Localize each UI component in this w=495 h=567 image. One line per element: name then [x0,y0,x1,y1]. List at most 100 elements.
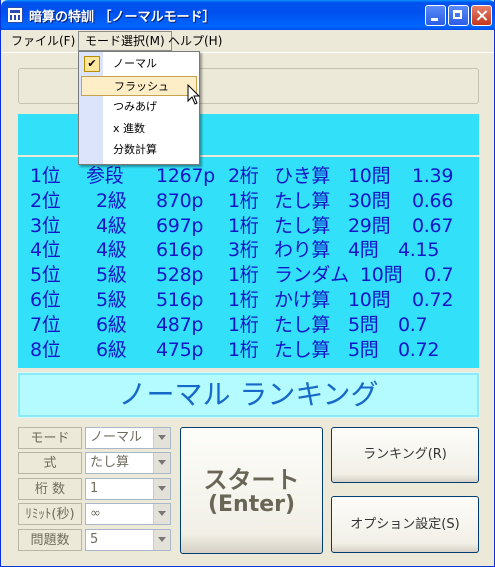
grade-cell: 5級 [96,264,127,286]
rank-cell: 6位 [30,289,61,311]
mode-dropdown-menu: ✔ ノーマル フラッシュ つみあげ x 進数 分数計算 [78,51,200,165]
points-cell: 487p [156,314,204,336]
rank-cell: 7位 [30,314,61,336]
points-cell: 516p [156,289,204,311]
menu-item-fraction[interactable]: 分数計算 [81,140,197,160]
time-cell: 1.39 [412,165,454,187]
grade-cell: 5級 [96,289,127,311]
menu-item-label: つみあげ [113,100,157,113]
points-cell: 616p [156,239,204,261]
operation-cell: たし算 [274,339,331,361]
formula-select[interactable]: たし算 [85,452,171,474]
operation-cell: たし算 [274,190,331,212]
grade-cell: 参段 [86,165,124,187]
grade-cell: 2級 [96,190,127,212]
operation-cell: たし算 [274,314,331,336]
rank-cell: 5位 [30,264,61,286]
questions-cell: 30問 [348,190,391,212]
questions-select-value: 5 [90,532,99,547]
time-cell: 4.15 [398,239,440,261]
mode-select-value: ノーマル [90,430,143,445]
app-icon [7,7,23,23]
window-title: 暗算の特訓 ［ノーマルモード］ [29,10,216,25]
operation-cell: ランダム [274,264,349,286]
digits-cell: 2桁 [228,165,259,187]
menu-item-label: x 進数 [113,122,146,135]
digits-select[interactable]: 1 [85,478,171,500]
ranking-title-box: ノーマル ランキング [17,372,480,418]
close-button[interactable] [471,5,492,26]
questions-cell: 29問 [348,215,391,237]
digits-cell: 1桁 [228,190,259,212]
ranking-list: 1位 参段 1267p 2桁 ひき算 10問 1.39 2位 2級 870p 1… [18,157,479,368]
app-window: 暗算の特訓 ［ノーマルモード］ ファイル(F) モード選択(M) ヘルプ(H) … [0,0,495,567]
digits-cell: 1桁 [228,215,259,237]
time-cell: 0.67 [412,215,454,237]
operation-cell: たし算 [274,215,331,237]
time-cell: 0.7 [424,264,454,286]
operation-cell: かけ算 [274,289,331,311]
time-cell: 0.72 [398,339,440,361]
menu-item-stack[interactable]: つみあげ [81,97,197,117]
digits-cell: 1桁 [228,339,259,361]
time-cell: 0.7 [398,314,428,336]
formula-label: 式 [18,452,82,474]
start-button-shortcut: (Enter) [207,492,296,517]
chevron-down-icon[interactable] [153,504,170,524]
rank-cell: 2位 [30,190,61,212]
grade-cell: 6級 [96,314,127,336]
limit-select-value: ∞ [90,506,101,521]
digits-label: 桁 数 [18,478,82,500]
title-bar[interactable]: 暗算の特訓 ［ノーマルモード］ [1,0,495,30]
menu-item-label: ノーマル [113,57,157,70]
questions-label: 問題数 [18,529,82,551]
menu-item-label: 分数計算 [113,143,157,156]
points-cell: 1267p [156,165,215,187]
menu-mode-select[interactable]: モード選択(M) [78,31,172,51]
operation-cell: ひき算 [274,165,331,187]
formula-select-value: たし算 [90,455,130,470]
ranking-button[interactable]: ランキング(R) [331,427,479,483]
menu-bar: ファイル(F) モード選択(M) ヘルプ(H) [2,30,494,53]
grade-cell: 4級 [96,239,127,261]
chevron-down-icon[interactable] [153,479,170,499]
options-button[interactable]: オプション設定(S) [331,496,479,553]
maximize-button[interactable] [448,5,469,26]
time-cell: 0.72 [412,289,454,311]
menu-item-normal[interactable]: ✔ ノーマル [81,54,197,74]
points-cell: 870p [156,190,204,212]
chevron-down-icon[interactable] [153,530,170,550]
digits-cell: 1桁 [228,264,259,286]
limit-label: ﾘﾐｯﾄ(秒) [18,503,82,525]
rank-cell: 1位 [30,165,61,187]
questions-select[interactable]: 5 [85,529,171,551]
menu-item-base-x[interactable]: x 進数 [81,119,197,139]
rank-cell: 4位 [30,239,61,261]
menu-item-flash[interactable]: フラッシュ [81,76,197,96]
points-cell: 475p [156,339,204,361]
menu-file[interactable]: ファイル(F) [5,32,81,50]
chevron-down-icon[interactable] [153,428,170,448]
rank-cell: 3位 [30,215,61,237]
digits-cell: 1桁 [228,314,259,336]
grade-cell: 6級 [96,339,127,361]
chevron-down-icon[interactable] [153,453,170,473]
grade-cell: 4級 [96,215,127,237]
mode-select[interactable]: ノーマル [85,427,171,449]
points-cell: 697p [156,215,204,237]
menu-help[interactable]: ヘルプ(H) [162,32,228,50]
questions-cell: 5問 [348,314,379,336]
limit-select[interactable]: ∞ [85,503,171,525]
questions-cell: 10問 [348,289,391,311]
digits-select-value: 1 [90,481,99,496]
digits-cell: 1桁 [228,289,259,311]
points-cell: 528p [156,264,204,286]
ranking-title: ノーマル ランキング [118,378,379,411]
questions-cell: 10問 [360,264,403,286]
questions-cell: 5問 [348,339,379,361]
start-button[interactable]: スタート (Enter) [180,427,323,554]
time-cell: 0.66 [412,190,454,212]
minimize-button[interactable] [425,5,446,26]
menu-item-label: フラッシュ [114,80,169,93]
mode-label: モード [18,427,82,449]
